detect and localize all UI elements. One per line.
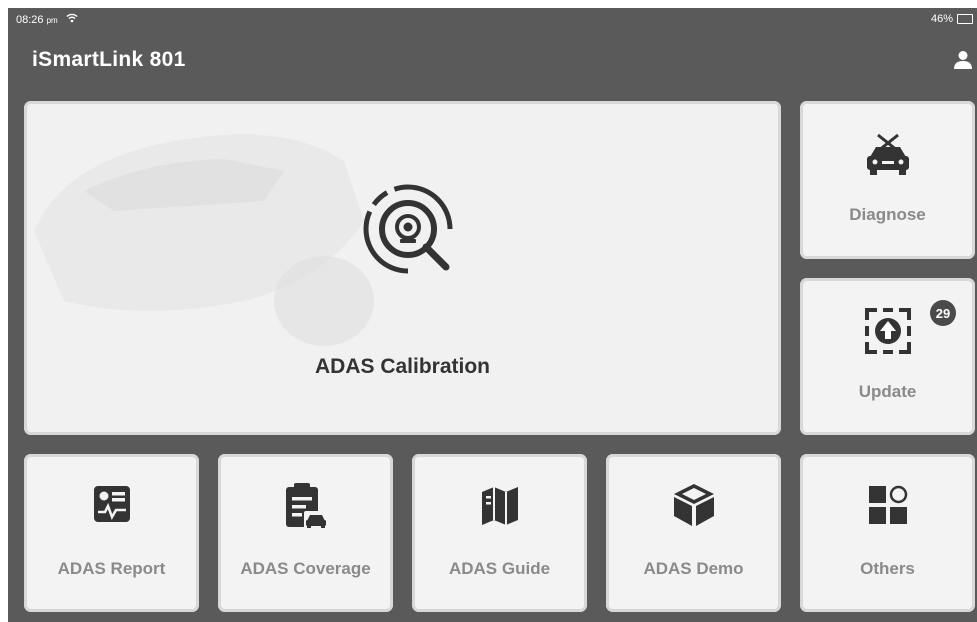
adas-demo-label: ADAS Demo	[643, 559, 744, 578]
car-repair-icon	[800, 131, 975, 177]
user-icon[interactable]	[952, 50, 974, 75]
adas-report-label: ADAS Report	[57, 559, 166, 578]
app-title: iSmartLink 801	[32, 48, 186, 71]
search-camera-icon	[360, 181, 456, 282]
cube-icon	[606, 482, 781, 528]
map-icon	[412, 484, 587, 526]
adas-report-tile[interactable]: ADAS Report	[24, 454, 199, 612]
diagnose-tile[interactable]: Diagnose	[800, 101, 975, 259]
others-label: Others	[860, 559, 915, 578]
update-label: Update	[858, 382, 917, 401]
adas-guide-label: ADAS Guide	[448, 559, 551, 578]
adas-demo-tile[interactable]: ADAS Demo	[606, 454, 781, 612]
grid-icon	[800, 484, 975, 526]
adas-calibration-tile[interactable]: ADAS Calibration	[24, 101, 781, 435]
adas-calibration-label: ADAS Calibration	[314, 355, 490, 378]
adas-guide-tile[interactable]: ADAS Guide	[412, 454, 587, 612]
adas-coverage-label: ADAS Coverage	[240, 559, 371, 578]
app-screen: 08:26 pm 46% iSmartLink 801 ADAS Calibra…	[8, 8, 977, 622]
battery-percent: 46%	[930, 13, 953, 25]
update-tile[interactable]: 29 Update	[800, 278, 975, 435]
others-tile[interactable]: Others	[800, 454, 975, 612]
status-time: 08:26 pm	[16, 14, 58, 26]
wifi-icon	[66, 12, 78, 27]
update-count-badge: 29	[930, 300, 956, 326]
battery-status: 46%	[931, 13, 973, 25]
adas-coverage-tile[interactable]: ADAS Coverage	[218, 454, 393, 612]
clipboard-car-icon	[218, 481, 393, 531]
diagnose-label: Diagnose	[849, 205, 926, 224]
battery-icon	[957, 14, 973, 24]
status-bar: 08:26 pm 46%	[8, 8, 977, 34]
report-icon	[24, 484, 199, 524]
